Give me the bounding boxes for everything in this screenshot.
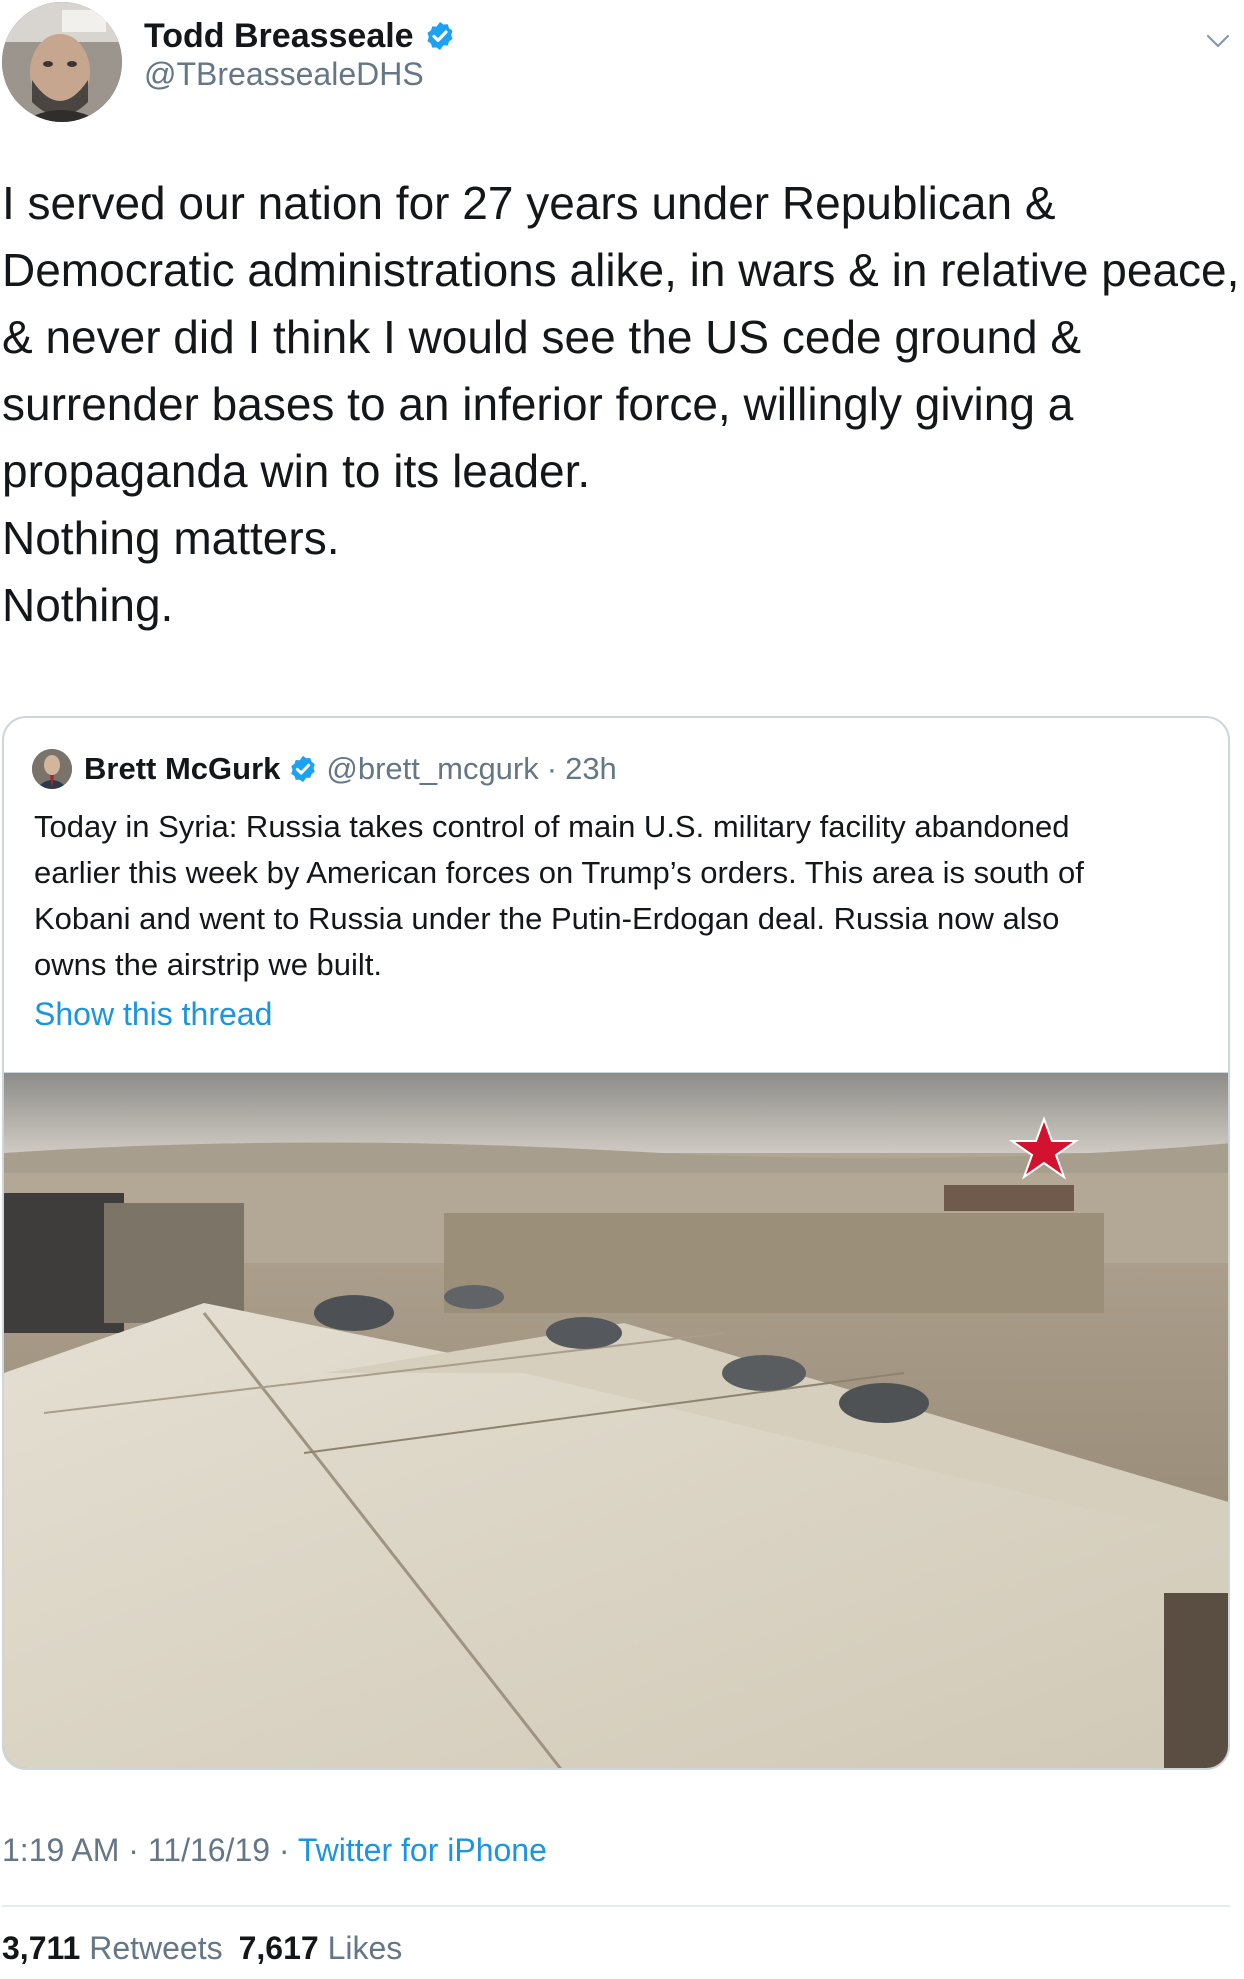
separator-dot: ·	[278, 1832, 290, 1868]
avatar-photo	[2, 2, 122, 122]
likes-label: Likes	[327, 1930, 403, 1966]
divider	[2, 1905, 1230, 1907]
tweet-text-line: propaganda win to its leader.	[2, 445, 591, 497]
tweet-text-line: Nothing matters.	[2, 512, 340, 564]
tweet-source-link[interactable]: Twitter for iPhone	[298, 1832, 547, 1868]
quoted-video-thumbnail[interactable]	[4, 1072, 1228, 1768]
author-avatar[interactable]	[2, 2, 122, 122]
quoted-tweet-time: 23h	[565, 751, 617, 786]
show-thread-link[interactable]: Show this thread	[34, 996, 272, 1033]
quoted-text-line: Kobani and went to Russia under the Puti…	[34, 901, 1060, 936]
quoted-text-line: owns the airstrip we built.	[34, 947, 383, 982]
verified-badge-icon	[291, 755, 316, 783]
tweet-text-line: Nothing.	[2, 579, 174, 631]
quoted-tweet-header: Brett McGurk @brett_mcgurk · 23h	[32, 744, 617, 794]
retweets-label: Retweets	[89, 1930, 223, 1966]
quoted-tweet-text: Today in Syria: Russia takes control of …	[34, 804, 1214, 988]
tweet-stats: 3,711 Retweets 7,617 Likes	[2, 1930, 402, 1967]
video-frame-image	[4, 1073, 1228, 1768]
quoted-author-name: Brett McGurk	[84, 751, 281, 786]
quoted-author-handle: @brett_mcgurk	[326, 751, 539, 786]
author-name[interactable]: Todd Breasseale	[144, 17, 414, 56]
author-handle[interactable]: @TBreassealeDHS	[144, 56, 424, 93]
chevron-down-icon[interactable]	[1204, 30, 1232, 52]
separator-dot: ·	[546, 751, 558, 786]
likes-stat[interactable]: 7,617 Likes	[239, 1930, 403, 1966]
quoted-author-avatar	[32, 749, 72, 789]
tweet-text-line: I served our nation for 27 years under R…	[2, 177, 1056, 229]
retweets-count: 3,711	[2, 1930, 81, 1966]
quoted-text-line: Today in Syria: Russia takes control of …	[34, 809, 1070, 844]
verified-badge-icon	[427, 22, 453, 50]
tweet: Todd Breasseale @TBreassealeDHS I served…	[0, 0, 1244, 1979]
tweet-meta: 1:19 AM · 11/16/19 · Twitter for iPhone	[2, 1832, 547, 1869]
tweet-time[interactable]: 1:19 AM	[2, 1832, 119, 1868]
author-name-row: Todd Breasseale	[144, 14, 456, 58]
tweet-text-line: & never did I think I would see the US c…	[2, 311, 1082, 363]
separator-dot: ·	[128, 1832, 139, 1868]
tweet-text-line: surrender bases to an inferior force, wi…	[2, 378, 1074, 430]
quoted-avatar-photo	[32, 749, 72, 789]
quoted-tweet-card[interactable]: Brett McGurk @brett_mcgurk · 23h Today i…	[2, 716, 1230, 1770]
tweet-date[interactable]: 11/16/19	[148, 1832, 270, 1868]
retweets-stat[interactable]: 3,711 Retweets	[2, 1930, 223, 1966]
tweet-text-line: Democratic administrations alike, in war…	[2, 244, 1240, 296]
quoted-text-line: earlier this week by American forces on …	[34, 855, 1084, 890]
likes-count: 7,617	[238, 1930, 319, 1966]
tweet-text: I served our nation for 27 years under R…	[2, 170, 1240, 639]
